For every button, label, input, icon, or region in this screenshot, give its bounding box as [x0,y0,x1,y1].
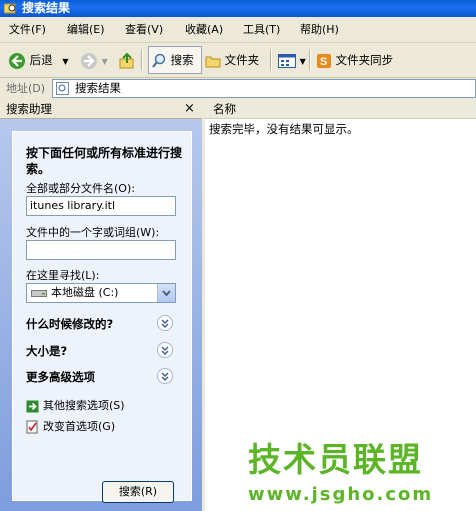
menu-view[interactable]: 查看(V) [125,17,163,42]
forward-dropdown-icon[interactable]: ▼ [102,57,108,66]
assistant-pane-header: 搜索助理 × [0,100,202,119]
forward-button[interactable]: ▼ [80,48,108,72]
watermark-text: 技术员联盟 [248,440,423,479]
search-assistant-pane: 按下面任何或所有标准进行搜索。 全部或部分文件名(O): itunes libr… [0,119,202,511]
up-folder-button[interactable] [118,48,136,72]
back-button[interactable]: 后退 ▼ [8,48,68,72]
search-submit-button[interactable]: 搜索(R) [102,481,174,503]
folder-sync-button[interactable]: S 文件夹同步 [316,48,393,72]
views-icon [278,53,296,68]
back-arrow-icon [9,52,25,69]
assistant-pane-title: 搜索助理 [6,102,52,116]
folders-label: 文件夹 [224,53,260,67]
back-dropdown-icon[interactable]: ▼ [62,57,68,66]
lookin-value: 本地磁盘 (C:) [51,286,119,299]
change-preferences-label: 改变首选项(G) [43,420,116,433]
green-arrow-icon [26,400,39,412]
menu-bar: 文件(F) 编辑(E) 查看(V) 收藏(A) 工具(T) 帮助(H) [0,17,476,43]
advanced-options-expander[interactable]: 更多高级选项 [26,368,186,386]
criteria-heading: 按下面任何或所有标准进行搜索。 [26,146,183,176]
views-dropdown-icon[interactable]: ▼ [300,57,306,66]
filename-input[interactable]: itunes library.itl [26,196,176,216]
menu-help[interactable]: 帮助(H) [300,17,339,42]
chevron-down-icon[interactable] [157,284,175,302]
advanced-options-label: 更多高级选项 [26,370,95,384]
watermark-url: www.jsgho.com [248,484,434,505]
search-button[interactable]: 搜索 [148,46,202,74]
search-label: 搜索 [170,53,194,67]
results-column-header: 名称 [205,100,476,119]
sync-icon: S [317,53,331,68]
pane-splitter[interactable] [202,100,205,511]
menu-tools[interactable]: 工具(T) [243,17,280,42]
expand-chevron-icon[interactable] [157,315,173,331]
address-value: 搜索结果 [75,81,121,95]
folder-icon [205,56,221,67]
column-name-header[interactable]: 名称 [213,100,236,118]
search-folder-icon [4,3,16,14]
menu-edit[interactable]: 编辑(E) [67,17,105,42]
search-icon [152,53,166,68]
watermark: 技术员联盟 www.jsgho.com [248,440,434,505]
forward-arrow-icon [81,52,97,69]
back-label: 后退 [29,53,53,67]
window-title: 搜索结果 [22,1,71,15]
other-search-options-link[interactable]: 其他搜索选项(S) [26,397,125,415]
menu-file[interactable]: 文件(F) [9,17,46,42]
svg-text:S: S [320,56,327,68]
change-preferences-link[interactable]: 改变首选项(G) [26,418,115,436]
address-label: 地址(D) [6,82,46,95]
expand-chevron-icon[interactable] [157,368,173,384]
search-results-icon [56,82,69,95]
toolbar: 后退 ▼ ▼ 搜索 文件夹 ▼ S 文件夹同步 [0,43,476,78]
close-icon[interactable]: × [184,100,195,118]
filename-label: 全部或部分文件名(O): [26,182,135,195]
when-modified-expander[interactable]: 什么时候修改的? [26,315,186,333]
expand-chevron-icon[interactable] [157,342,173,358]
views-button[interactable]: ▼ [278,48,306,72]
folder-sync-label: 文件夹同步 [335,53,394,67]
preferences-checklist-icon [26,420,38,434]
lookin-label: 在这里寻找(L): [26,269,100,282]
size-expander[interactable]: 大小是? [26,342,186,360]
menu-favorites[interactable]: 收藏(A) [185,17,223,42]
when-modified-label: 什么时候修改的? [26,317,114,331]
up-folder-icon [119,52,134,68]
lookin-select[interactable]: 本地磁盘 (C:) [26,283,176,303]
drive-icon [31,290,47,297]
title-bar[interactable]: 搜索结果 [0,0,476,17]
other-search-options-label: 其他搜索选项(S) [43,399,125,412]
address-input[interactable]: 搜索结果 [52,79,476,98]
results-message: 搜索完毕，没有结果可显示。 [209,122,359,136]
address-bar: 地址(D) 搜索结果 [0,78,476,100]
folders-button[interactable]: 文件夹 [205,48,259,72]
phrase-label: 文件中的一个字或词组(W): [26,226,160,239]
search-criteria-card: 按下面任何或所有标准进行搜索。 全部或部分文件名(O): itunes libr… [12,131,192,503]
phrase-input[interactable] [26,240,176,260]
size-label: 大小是? [26,344,68,358]
